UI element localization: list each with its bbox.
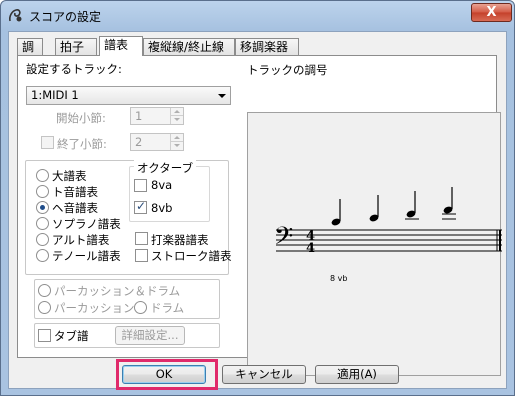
alto-label: アルト譜表 (52, 233, 110, 247)
radio-alto[interactable] (36, 233, 49, 246)
apply-button[interactable]: 適用(A) (315, 365, 399, 384)
dialog-window: スコアの設定 X 調 拍子 譜表 複縦線/終止線 移調楽器 設定するトラック: … (0, 0, 515, 396)
octave-label: オクターブ (134, 160, 197, 176)
end-measure-checkbox[interactable] (41, 136, 54, 149)
radio-soprano[interactable] (36, 217, 49, 230)
notes (331, 187, 456, 226)
percussion-label: パーカッション (54, 301, 135, 315)
radio-percussion[interactable] (38, 301, 51, 314)
percussion-staff-checkbox[interactable] (135, 232, 148, 245)
time-sig-bottom: 4 (306, 241, 315, 256)
start-measure-label: 開始小節: (56, 111, 106, 125)
detail-settings-button[interactable]: 詳細設定... (115, 326, 185, 345)
radio-bass[interactable] (36, 201, 49, 214)
radio-treble[interactable] (36, 185, 49, 198)
octave-8vb-label: 8vb (151, 201, 173, 215)
octave-8va-label: 8va (151, 178, 173, 192)
cancel-button[interactable]: キャンセル (222, 365, 306, 384)
window-title: スコアの設定 (29, 10, 102, 24)
stepper-up-icon (170, 134, 183, 142)
stepper-up-icon (170, 108, 183, 116)
tenor-label: テノール譜表 (52, 249, 121, 263)
radio-tenor[interactable] (36, 249, 49, 262)
stroke-staff-label: ストローク譜表 (151, 249, 232, 263)
checkmark-icon: ✓ (136, 199, 147, 213)
stroke-staff-checkbox[interactable] (135, 249, 148, 262)
track-select[interactable]: 1:MIDI 1 (26, 86, 231, 105)
close-button[interactable]: X (471, 3, 512, 22)
tab-transposing[interactable]: 移調楽器 (235, 38, 299, 55)
chevron-down-icon (218, 94, 226, 98)
percussion-staff-label: 打楽器譜表 (151, 233, 209, 247)
stepper-down-icon (170, 142, 183, 150)
treble-label: ト音譜表 (52, 185, 98, 199)
staff-tab-panel: 設定するトラック: 1:MIDI 1 開始小節: 1 終了小節: 2 大譜表 ト… (17, 55, 502, 376)
stepper-down-icon (170, 116, 183, 124)
tab-staff-checkbox[interactable] (38, 329, 51, 342)
bass-clef-icon: 𝄢 (274, 222, 293, 257)
octave-8va-checkbox[interactable] (134, 179, 147, 192)
dialog-client: 調 拍子 譜表 複縦線/終止線 移調楽器 設定するトラック: 1:MIDI 1 … (8, 31, 507, 390)
end-measure-label: 終了小節: (57, 137, 107, 151)
tab-barlines[interactable]: 複縦線/終止線 (143, 38, 235, 55)
track-label: 設定するトラック: (26, 62, 122, 76)
start-measure-value: 1 (135, 109, 143, 123)
start-measure-stepper: 1 (130, 107, 184, 125)
tab-key[interactable]: 調 (17, 38, 43, 55)
app-icon (9, 9, 22, 22)
soprano-label: ソプラノ譜表 (52, 217, 121, 231)
tab-time-signature[interactable]: 拍子 (55, 38, 97, 55)
ok-button[interactable]: OK (122, 365, 206, 384)
staff-preview: 𝄢 4 4 8 vb (274, 187, 502, 283)
radio-drum[interactable] (134, 301, 147, 314)
tab-staff[interactable]: 譜表 (99, 36, 143, 56)
track-select-value: 1:MIDI 1 (31, 88, 79, 102)
perc-drum-label: パーカッション＆ドラム (54, 284, 181, 298)
octave-8vb-checkbox[interactable]: ✓ (134, 199, 147, 214)
score-preview: 𝄢 4 4 8 vb (247, 112, 502, 376)
tab-staff-label: タブ譜 (54, 329, 89, 343)
close-icon: X (486, 5, 497, 20)
end-measure-value: 2 (135, 135, 143, 149)
end-measure-stepper: 2 (130, 133, 184, 151)
preview-label: トラックの調号 (247, 63, 328, 77)
radio-grand-staff[interactable] (36, 169, 49, 182)
title-bar[interactable]: スコアの設定 X (1, 1, 514, 31)
octave-marking: 8 vb (330, 274, 347, 283)
grand-staff-label: 大譜表 (52, 169, 87, 183)
radio-perc-drum[interactable] (38, 284, 51, 297)
radio-selected-dot (40, 205, 45, 210)
bass-label: ヘ音譜表 (52, 201, 98, 215)
drum-label: ドラム (150, 301, 185, 315)
